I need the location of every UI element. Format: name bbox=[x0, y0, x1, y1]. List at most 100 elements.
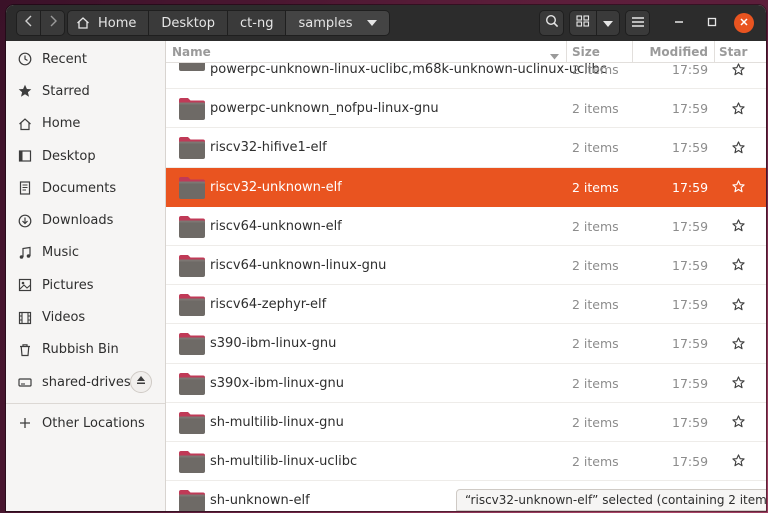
chevron-left-icon bbox=[24, 15, 34, 31]
sidebar-item-label: Home bbox=[42, 116, 81, 132]
file-name: sh-multilib-linux-gnu bbox=[210, 414, 344, 430]
grid-view-button[interactable] bbox=[569, 10, 597, 36]
close-button[interactable] bbox=[734, 13, 754, 33]
file-size: 2 items bbox=[572, 336, 619, 352]
file-row[interactable]: s390x-ibm-linux-gnu 2 items 17:59 bbox=[166, 364, 766, 403]
home-icon bbox=[76, 16, 90, 30]
forward-button[interactable] bbox=[40, 10, 65, 36]
sidebar-item-music[interactable]: Music bbox=[6, 237, 165, 269]
sidebar-item-rubbish-bin[interactable]: Rubbish Bin bbox=[6, 334, 165, 366]
file-modified: 17:59 bbox=[672, 101, 709, 117]
breadcrumb-label: Desktop bbox=[161, 15, 216, 31]
file-name: riscv64-zephyr-elf bbox=[210, 297, 327, 313]
file-name: riscv64-unknown-linux-gnu bbox=[210, 257, 387, 273]
column-label: Name bbox=[172, 44, 211, 59]
maximize-button[interactable] bbox=[702, 13, 722, 33]
menu-button[interactable] bbox=[625, 10, 650, 36]
column-header-modified[interactable]: Modified bbox=[632, 41, 714, 62]
star-toggle-icon[interactable] bbox=[730, 100, 746, 116]
downloads-icon bbox=[17, 213, 33, 229]
folder-icon bbox=[178, 254, 206, 278]
eject-icon bbox=[136, 374, 146, 389]
search-button[interactable] bbox=[539, 10, 564, 36]
file-row[interactable]: sh-multilib-linux-uclibc 2 items 17:59 bbox=[166, 442, 766, 482]
view-options-button[interactable] bbox=[596, 10, 620, 36]
sidebar-item-starred[interactable]: Starred bbox=[6, 75, 165, 107]
file-row[interactable]: riscv32-unknown-elf 2 items 17:59 bbox=[166, 167, 766, 207]
star-toggle-icon[interactable] bbox=[730, 296, 746, 312]
file-modified: 17:59 bbox=[672, 336, 709, 352]
file-modified: 17:59 bbox=[672, 179, 709, 195]
file-name: sh-multilib-linux-uclibc bbox=[210, 453, 358, 469]
sidebar-item-shared-drives[interactable]: shared-drives bbox=[6, 366, 165, 398]
sidebar-item-videos[interactable]: Videos bbox=[6, 301, 165, 333]
hamburger-icon bbox=[631, 16, 644, 31]
sidebar-item-downloads[interactable]: Downloads bbox=[6, 204, 165, 236]
file-size: 2 items bbox=[572, 101, 619, 117]
maximize-icon bbox=[707, 16, 717, 31]
file-name: riscv64-unknown-elf bbox=[210, 218, 342, 234]
star-toggle-icon[interactable] bbox=[730, 414, 746, 430]
sidebar-item-label: Downloads bbox=[42, 213, 114, 229]
file-size: 2 items bbox=[572, 375, 619, 391]
close-icon bbox=[739, 16, 749, 31]
status-text: “riscv32-unknown-elf” selected (containi… bbox=[465, 493, 766, 507]
file-size: 2 items bbox=[572, 179, 619, 195]
breadcrumb-ct-ng[interactable]: ct-ng bbox=[228, 10, 287, 36]
sidebar-item-label: Desktop bbox=[42, 148, 96, 164]
breadcrumb-home[interactable]: Home bbox=[67, 10, 150, 36]
file-row[interactable]: riscv64-zephyr-elf 2 items 17:59 bbox=[166, 285, 766, 325]
file-row[interactable]: riscv64-unknown-elf 2 items 17:59 bbox=[166, 207, 766, 246]
music-icon bbox=[17, 245, 33, 261]
folder-icon bbox=[178, 372, 206, 396]
file-name: riscv32-hifive1-elf bbox=[210, 140, 327, 156]
star-toggle-icon[interactable] bbox=[730, 453, 746, 469]
home-icon bbox=[17, 116, 33, 132]
documents-icon bbox=[17, 180, 33, 196]
file-row[interactable]: s390-ibm-linux-gnu 2 items 17:59 bbox=[166, 324, 766, 364]
star-toggle-icon[interactable] bbox=[730, 139, 746, 155]
eject-button[interactable] bbox=[130, 370, 152, 393]
star-toggle-icon[interactable] bbox=[730, 375, 746, 391]
file-modified: 17:59 bbox=[672, 453, 709, 469]
file-modified: 17:59 bbox=[672, 257, 709, 273]
column-header-star[interactable]: Star bbox=[714, 41, 766, 62]
file-row[interactable]: sh-multilib-linux-gnu 2 items 17:59 bbox=[166, 403, 766, 442]
sidebar-item-other-locations[interactable]: Other Locations bbox=[6, 407, 165, 439]
plus-icon bbox=[17, 415, 33, 431]
sidebar-item-desktop[interactable]: Desktop bbox=[6, 140, 165, 172]
sidebar-item-pictures[interactable]: Pictures bbox=[6, 269, 165, 301]
file-name: sh-unknown-elf bbox=[210, 493, 310, 509]
sidebar-item-label: Videos bbox=[42, 310, 86, 326]
pictures-icon bbox=[17, 277, 33, 293]
minimize-icon bbox=[674, 16, 684, 31]
file-manager-window: Home Desktop ct-ng samples Recent Starre… bbox=[6, 5, 766, 511]
file-row[interactable]: powerpc-unknown_nofpu-linux-gnu 2 items 17… bbox=[166, 89, 766, 129]
breadcrumb-desktop[interactable]: Desktop bbox=[149, 10, 229, 36]
star-toggle-icon[interactable] bbox=[730, 179, 746, 195]
file-row[interactable]: riscv64-unknown-linux-gnu 2 items 17:59 bbox=[166, 246, 766, 286]
file-list-view: powerpc-unknown-linux-uclibc,m68k-unknow… bbox=[166, 41, 766, 511]
minimize-button[interactable] bbox=[669, 13, 689, 33]
sidebar-item-recent[interactable]: Recent bbox=[6, 43, 165, 75]
folder-icon bbox=[178, 411, 206, 435]
sidebar-item-documents[interactable]: Documents bbox=[6, 172, 165, 204]
sidebar-item-home[interactable]: Home bbox=[6, 108, 165, 140]
back-button[interactable] bbox=[16, 10, 41, 36]
star-toggle-icon[interactable] bbox=[730, 257, 746, 273]
drive-icon bbox=[17, 374, 33, 390]
column-header-name[interactable]: Name bbox=[172, 41, 562, 62]
star-toggle-icon[interactable] bbox=[730, 218, 746, 234]
videos-icon bbox=[17, 310, 33, 326]
trash-icon bbox=[17, 342, 33, 358]
sidebar-item-label: Pictures bbox=[42, 277, 94, 293]
column-label: Modified bbox=[649, 44, 708, 59]
star-toggle-icon[interactable] bbox=[730, 61, 746, 77]
column-header-size[interactable]: Size bbox=[566, 41, 632, 62]
breadcrumb-samples[interactable]: samples bbox=[286, 10, 390, 36]
file-row[interactable]: riscv32-hifive1-elf 2 items 17:59 bbox=[166, 128, 766, 168]
file-modified: 17:59 bbox=[672, 218, 709, 234]
star-toggle-icon[interactable] bbox=[730, 335, 746, 351]
sidebar-item-label: shared-drives bbox=[42, 374, 131, 390]
file-modified: 17:59 bbox=[672, 375, 709, 391]
